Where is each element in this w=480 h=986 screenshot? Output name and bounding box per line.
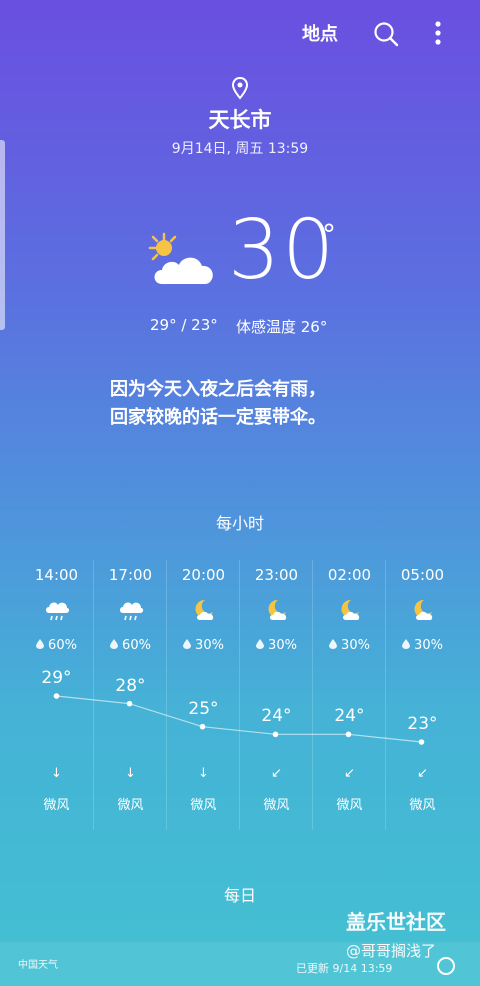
degree-symbol: ° (322, 218, 336, 251)
wind-strength: 微风 (409, 798, 436, 813)
locations-button[interactable]: 地点 (302, 20, 338, 46)
current-temperature: 30 (228, 203, 337, 298)
more-options-icon[interactable] (428, 18, 448, 48)
raindrop-icon (36, 639, 45, 652)
search-icon[interactable] (372, 20, 400, 48)
feels-like: 体感温度 26° (236, 318, 328, 336)
daily-title: 每日 (223, 886, 256, 905)
hour-column: 20:00 30% 25° ↓ 微风 (166, 560, 240, 830)
wind-direction-icon: ↙ (417, 766, 428, 781)
rain-chance-value: 60% (48, 638, 77, 653)
hourly-forecast[interactable]: 14:00 60% 29° ↓ 微风 17:00 60% 28° ↓ 微风 20:00 30% 25° ↓… (20, 560, 460, 830)
rain-chance-value: 30% (268, 638, 297, 653)
rain-chance: 30% (167, 638, 240, 653)
watermark-community: 盖乐世社区 (346, 910, 446, 934)
advice-line-1: 因为今天入夜之后会有雨， (110, 379, 326, 400)
weather-advice: 因为今天入夜之后会有雨， 回家较晚的话一定要带伞。 (110, 376, 390, 432)
rain-chance-value: 30% (341, 638, 370, 653)
hour-time: 02:00 (327, 566, 372, 584)
wind-strength: 微风 (190, 798, 217, 813)
location-pin-icon (231, 76, 249, 100)
rain-chance: 60% (20, 638, 93, 653)
hour-time: 23:00 (254, 566, 299, 584)
moon-cloud-icon (195, 599, 214, 620)
rain-chance-value: 30% (414, 638, 443, 653)
rain-chance: 30% (313, 638, 386, 653)
hour-column: 23:00 30% 24° ↙ 微风 (239, 560, 313, 830)
raindrop-icon (110, 639, 119, 652)
rain-chance-value: 60% (122, 638, 151, 653)
rain-chance: 60% (94, 638, 167, 653)
top-bar: 地点 (0, 0, 480, 64)
raindrop-icon (183, 639, 192, 652)
china-weather-logo[interactable]: 中国天气 (18, 956, 58, 971)
temp-range: 29° / 23° (150, 316, 218, 334)
advice-line-2: 回家较晚的话一定要带伞。 (110, 407, 326, 428)
rain-chance: 30% (240, 638, 313, 653)
date-time: 9月14日, 周五 13:59 (171, 141, 309, 157)
hour-temperature: 25° (188, 698, 219, 719)
wind-direction-icon: ↓ (198, 766, 209, 781)
raindrop-icon (256, 639, 265, 652)
rain-cloud-icon (46, 602, 70, 621)
rain-chance: 30% (386, 638, 459, 653)
partly-sunny-icon (148, 232, 213, 284)
updated-time: 已更新 9/14 13:59 (296, 962, 393, 975)
wind-direction-icon: ↙ (271, 766, 282, 781)
city-name: 天长市 (208, 108, 272, 132)
hour-time: 05:00 (400, 566, 445, 584)
refresh-icon[interactable] (437, 957, 455, 975)
side-panel-handle[interactable] (0, 140, 5, 330)
wind-strength: 微风 (117, 798, 144, 813)
wind-direction-icon: ↙ (344, 766, 355, 781)
hour-column: 05:00 30% 23° ↙ 微风 (385, 560, 459, 830)
hour-time: 17:00 (108, 566, 153, 584)
wind-strength: 微风 (43, 798, 70, 813)
raindrop-icon (402, 639, 411, 652)
wind-strength: 微风 (336, 798, 363, 813)
moon-cloud-icon (414, 599, 433, 620)
hour-temperature: 29° (41, 668, 72, 688)
wind-strength: 微风 (263, 798, 290, 813)
wind-direction-icon: ↓ (51, 766, 62, 781)
hour-column: 14:00 60% 29° ↓ 微风 (20, 560, 93, 830)
watermark-user: @哥哥搁浅了 (346, 942, 437, 960)
hour-temperature: 23° (407, 714, 438, 734)
hour-temperature: 24° (334, 706, 365, 727)
rain-cloud-icon (120, 602, 144, 621)
hour-column: 17:00 60% 28° ↓ 微风 (93, 560, 167, 830)
hour-temperature: 28° (115, 675, 146, 696)
raindrop-icon (329, 639, 338, 652)
hour-temperature: 24° (261, 706, 292, 727)
hour-time: 20:00 (181, 566, 226, 584)
moon-cloud-icon (341, 599, 360, 620)
hourly-title: 每小时 (215, 514, 264, 533)
rain-chance-value: 30% (195, 638, 224, 653)
hour-column: 02:00 30% 24° ↙ 微风 (312, 560, 386, 830)
wind-direction-icon: ↓ (125, 766, 136, 781)
hour-time: 14:00 (34, 566, 79, 584)
moon-cloud-icon (268, 599, 287, 620)
